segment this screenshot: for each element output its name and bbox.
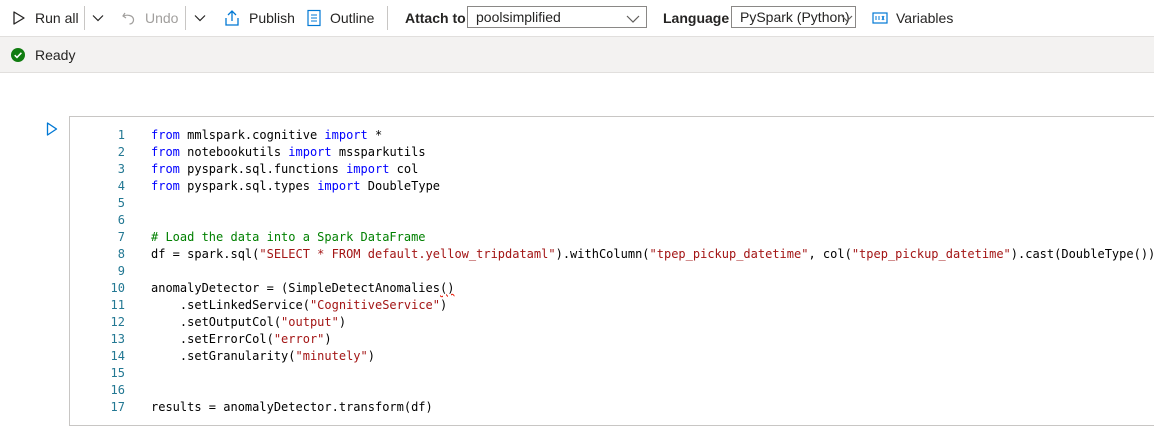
chevron-down-icon [626, 12, 640, 28]
line-number: 16 [110, 383, 125, 397]
code-line: 7 # Load the data into a Spark DataFrame [70, 229, 1154, 246]
line-number: 8 [117, 247, 125, 261]
undo-options-dropdown[interactable] [193, 0, 207, 36]
line-number: 15 [110, 366, 125, 380]
chevron-down-icon [841, 12, 853, 28]
publish-icon [223, 9, 241, 27]
line-number: 13 [110, 332, 125, 346]
line-number: 4 [117, 179, 125, 193]
notebook-toolbar: Run all Undo Publish Outline Attach to p… [0, 0, 1154, 36]
code-line: 8 df = spark.sql("SELECT * FROM default.y… [70, 246, 1154, 263]
code-line: 4 from pyspark.sql.types import DoubleTyp… [70, 178, 1154, 195]
line-number: 11 [110, 298, 125, 312]
attach-to-value: poolsimplified [476, 9, 561, 25]
line-number: 1 [117, 128, 125, 142]
toolbar-divider [84, 6, 85, 30]
undo-label: Undo [145, 10, 179, 26]
variables-button[interactable]: Variables [872, 0, 953, 36]
chevron-down-icon [91, 11, 105, 25]
code-line: 3 from pyspark.sql.functions import col [70, 161, 1154, 178]
code-line: 17 results = anomalyDetector.transform(df… [70, 399, 1154, 416]
line-number: 10 [110, 281, 125, 295]
run-cell-button[interactable] [46, 122, 58, 141]
code-line: 5 [70, 195, 1154, 212]
line-number: 14 [110, 349, 125, 363]
code-line: 14 .setGranularity("minutely") [70, 348, 1154, 365]
code-editor[interactable]: 1 from mmlspark.cognitive import * 2 from … [70, 127, 1154, 416]
code-line: 13 .setErrorCol("error") [70, 331, 1154, 348]
code-line: 9 [70, 263, 1154, 280]
undo-button[interactable]: Undo [121, 0, 178, 36]
code-line: 1 from mmlspark.cognitive import * [70, 127, 1154, 144]
code-line: 15 [70, 365, 1154, 382]
line-number: 5 [117, 196, 125, 210]
language-select[interactable]: PySpark (Python) [731, 6, 856, 28]
line-number: 7 [117, 230, 125, 244]
code-line: 6 [70, 212, 1154, 229]
line-number: 17 [110, 400, 125, 414]
chevron-down-icon [193, 11, 207, 25]
language-label: Language [663, 10, 730, 26]
outline-icon [306, 9, 322, 27]
code-line: 16 [70, 382, 1154, 399]
outline-button[interactable]: Outline [306, 0, 374, 36]
language-value: PySpark (Python) [740, 9, 850, 25]
line-number: 12 [110, 315, 125, 329]
line-number: 9 [117, 264, 125, 278]
play-icon [12, 11, 26, 25]
outline-label: Outline [330, 10, 375, 26]
attach-to-label: Attach to [405, 10, 466, 26]
line-number: 2 [117, 145, 125, 159]
code-line: 12 .setOutputCol("output") [70, 314, 1154, 331]
line-number: 6 [117, 213, 125, 227]
attach-to-select[interactable]: poolsimplified [467, 6, 647, 28]
toolbar-divider [387, 6, 388, 30]
undo-icon [121, 10, 137, 26]
toolbar-divider [185, 6, 186, 30]
checkmark-circle-icon [11, 47, 25, 62]
code-line: 2 from notebookutils import mssparkutils [70, 144, 1154, 161]
run-all-button[interactable]: Run all [12, 0, 79, 36]
variables-label: Variables [896, 10, 954, 26]
code-cell[interactable]: 1 from mmlspark.cognitive import * 2 from … [69, 116, 1154, 426]
code-line: 10 anomalyDetector = (SimpleDetectAnomali… [70, 280, 1154, 297]
run-options-dropdown[interactable] [91, 0, 105, 36]
variables-icon [872, 11, 888, 25]
publish-button[interactable]: Publish [223, 0, 295, 36]
line-number: 3 [117, 162, 125, 176]
run-all-label: Run all [35, 10, 79, 26]
code-line: 11 .setLinkedService("CognitiveService") [70, 297, 1154, 314]
run-cell-icon [46, 122, 58, 140]
publish-label: Publish [249, 10, 295, 26]
status-bar: Ready [0, 36, 1154, 73]
status-text: Ready [35, 46, 76, 63]
